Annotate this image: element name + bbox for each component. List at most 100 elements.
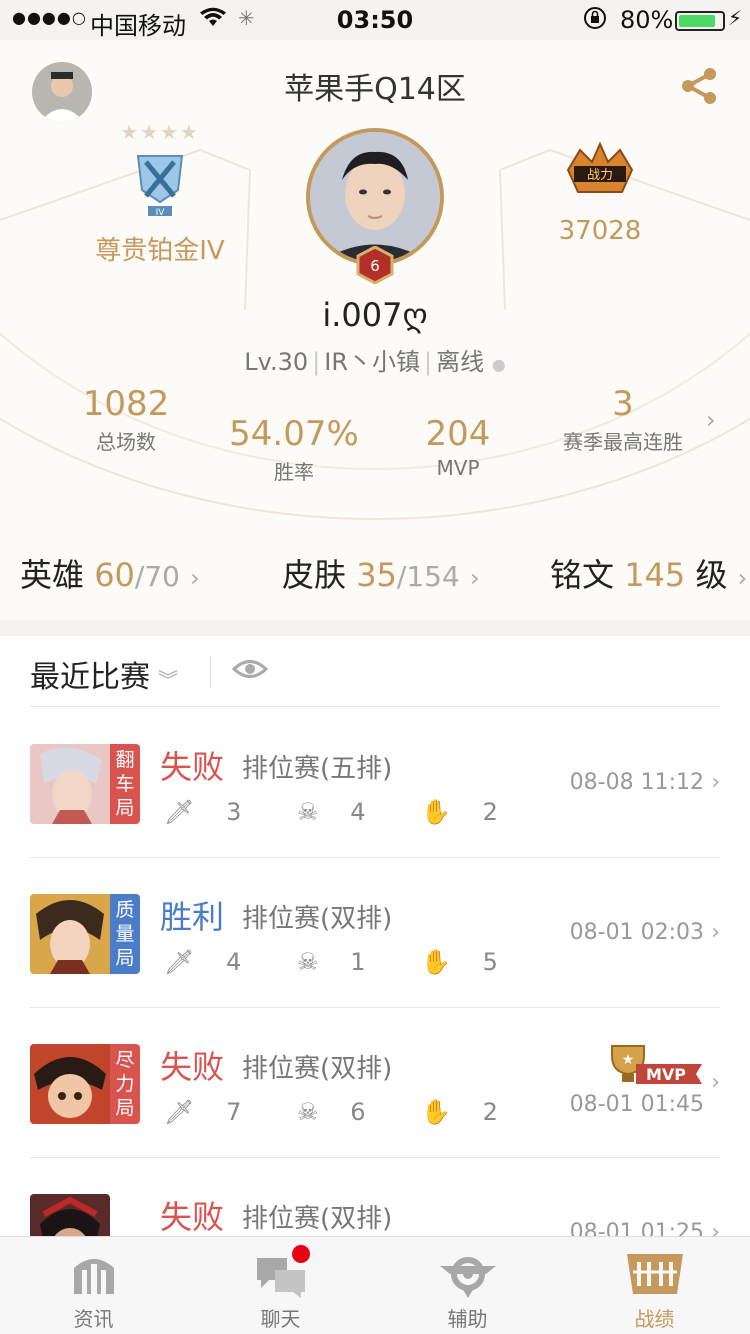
- stat-win-streak[interactable]: 3 赛季最高连胜: [548, 384, 698, 455]
- charging-icon: ⚡: [728, 6, 743, 30]
- paw-icon: ✋: [421, 948, 451, 976]
- kills: 🗡 4: [164, 948, 242, 976]
- match-result: 失败: [160, 1048, 225, 1086]
- skins-label: 皮肤: [282, 556, 347, 594]
- skull-icon: ☠: [297, 948, 319, 976]
- stat-label: 胜率: [274, 460, 314, 484]
- skins-link[interactable]: 皮肤 35/154 ›: [282, 550, 480, 596]
- battery-percent: 80%: [620, 6, 674, 34]
- match-time: 08-01 02:03: [569, 920, 704, 945]
- skull-icon: ☠: [297, 798, 319, 826]
- rank-stars: ★★★★: [120, 120, 200, 144]
- tab-chat[interactable]: 聊天: [187, 1245, 374, 1332]
- heroes-link[interactable]: 英雄 60/70 ›: [20, 550, 200, 596]
- match-row[interactable]: 质量局 胜利 排位赛(双排) 🗡 4 ☠ 1 ✋ 5 08-01 02:03 ›: [0, 858, 750, 1008]
- kills: 🗡 7: [164, 1098, 242, 1126]
- tab-news[interactable]: 资讯: [0, 1245, 187, 1332]
- rank-emblem-icon: IV: [60, 150, 260, 224]
- match-type: 排位赛(双排): [242, 904, 393, 934]
- match-time: 08-01 01:45: [569, 1092, 704, 1117]
- status-bar: ●●●●○ 中国移动 ✳ 03:50 80% ⚡: [0, 0, 750, 40]
- tab-label: 辅助: [447, 1307, 488, 1331]
- rank-block[interactable]: ★★★★ IV 尊贵铂金IV: [60, 120, 260, 267]
- heroes-label: 英雄: [20, 556, 85, 594]
- match-row[interactable]: 尽力局 失败 排位赛(双排) 🗡 7 ☠ 6 ✋ 2 ★ MVP 08-01 0…: [0, 1008, 750, 1158]
- deaths: ☠ 4: [297, 798, 366, 826]
- paw-icon: ✋: [421, 1098, 451, 1126]
- divider: [30, 706, 720, 707]
- chevron-right-icon: ›: [190, 564, 200, 592]
- battery-icon: [675, 11, 725, 31]
- stat-label: 总场数: [96, 430, 156, 454]
- skins-total: /154: [396, 560, 460, 593]
- stat-value: 1082: [82, 384, 170, 424]
- match-tag: 尽力局: [110, 1044, 140, 1124]
- stat-total-games: 1082 总场数: [66, 384, 186, 455]
- chat-icon: [187, 1245, 374, 1303]
- match-time: 08-08 11:12: [569, 770, 704, 795]
- tab-label: 战绩: [634, 1307, 675, 1331]
- tab-record[interactable]: 战绩: [561, 1245, 748, 1332]
- chevron-right-icon: ›: [737, 564, 748, 592]
- runes-label: 铭文: [550, 556, 615, 594]
- recent-matches-dropdown[interactable]: 最近比赛 ︾: [30, 652, 178, 696]
- chevron-down-icon: ︾: [158, 668, 178, 692]
- match-result: 失败: [160, 1198, 225, 1236]
- tab-label: 资讯: [73, 1307, 114, 1331]
- assists: ✋ 2: [421, 798, 498, 826]
- assists: ✋ 2: [421, 1098, 498, 1126]
- user-level: Lv.30: [244, 348, 309, 376]
- stat-value: 204: [425, 414, 491, 454]
- war-power-icon: 战力: [500, 140, 700, 204]
- recent-matches-title: 最近比赛: [30, 660, 150, 695]
- chevron-right-icon: ›: [469, 564, 480, 592]
- match-type: 排位赛(双排): [242, 1054, 393, 1084]
- level-badge: 6: [356, 245, 394, 285]
- svg-text:战力: 战力: [587, 168, 613, 183]
- user-subtitle: Lv.30 | IR丶小镇 | 离线 ●: [244, 348, 506, 376]
- eye-icon[interactable]: [231, 654, 269, 688]
- user-online-status: 离线: [436, 348, 485, 376]
- tab-assist[interactable]: 辅助: [374, 1245, 561, 1332]
- war-power-block[interactable]: 战力 37028: [500, 140, 700, 246]
- match-kda: 🗡 4 ☠ 1 ✋ 5: [164, 948, 546, 976]
- stat-value: 54.07%: [229, 414, 359, 454]
- match-type: 排位赛(双排): [242, 1204, 393, 1234]
- skull-icon: ☠: [297, 1098, 319, 1126]
- assists: ✋ 5: [421, 948, 498, 976]
- hero-portrait: 尽力局: [30, 1044, 140, 1124]
- server-title: 苹果手Q14区: [284, 72, 466, 107]
- sword-icon: 🗡: [164, 798, 195, 826]
- deaths: ☠ 6: [297, 1098, 366, 1126]
- rank-label: 尊贵铂金IV: [95, 236, 225, 266]
- match-type: 排位赛(五排): [242, 754, 393, 784]
- chevron-right-icon: ›: [711, 1070, 720, 1095]
- sword-icon: 🗡: [164, 948, 195, 976]
- news-icon: [0, 1245, 187, 1303]
- skins-owned: 35: [356, 556, 397, 594]
- chevron-right-icon[interactable]: ›: [706, 406, 716, 434]
- svg-text:IV: IV: [156, 208, 166, 218]
- share-icon[interactable]: [680, 66, 720, 110]
- runes-value: 145: [624, 556, 686, 594]
- kills: 🗡 3: [164, 798, 242, 826]
- heroes-owned: 60: [94, 556, 135, 594]
- heroes-total: /70: [134, 560, 180, 593]
- rotation-lock-icon: [583, 6, 607, 36]
- chevron-right-icon: ›: [711, 920, 720, 945]
- svg-text:MVP: MVP: [646, 1065, 686, 1084]
- user-team: IR丶小镇: [324, 348, 421, 376]
- stat-win-rate: 54.07% 胜率: [222, 414, 366, 485]
- deaths: ☠ 1: [297, 948, 366, 976]
- match-kda: 🗡 7 ☠ 6 ✋ 2: [164, 1098, 546, 1126]
- status-dot-icon: ●: [491, 355, 506, 374]
- stat-label: 赛季最高连胜: [563, 430, 683, 454]
- sword-icon: 🗡: [164, 1098, 195, 1126]
- record-icon: [561, 1245, 748, 1303]
- chevron-right-icon: ›: [711, 770, 720, 795]
- runes-link[interactable]: 铭文 145 级 ›: [550, 550, 747, 596]
- collection-bar: 英雄 60/70 › 皮肤 35/154 › 铭文 145 级 ›: [0, 540, 750, 608]
- runes-unit: 级: [695, 556, 728, 594]
- match-row[interactable]: 翻车局 失败 排位赛(五排) 🗡 3 ☠ 4 ✋ 2 08-08 11:12 ›: [0, 708, 750, 858]
- match-tag: 翻车局: [110, 744, 140, 824]
